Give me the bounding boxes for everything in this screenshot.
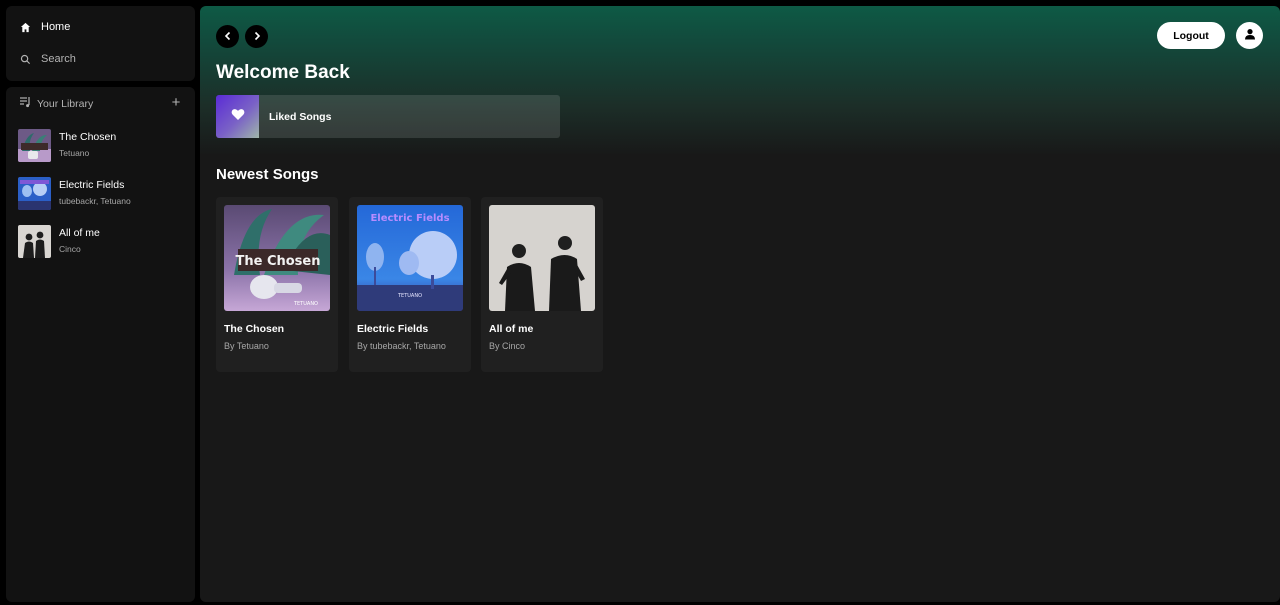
library-title: Your Library (37, 98, 94, 110)
forward-button[interactable] (245, 25, 268, 48)
song-artist: By Cinco (489, 341, 526, 351)
add-playlist-icon[interactable]: + (169, 94, 183, 110)
page-title: Welcome Back (216, 62, 350, 83)
home-icon (19, 21, 31, 33)
song-card[interactable]: Electric Fields TETUANO Electric Fields … (349, 197, 471, 372)
library-item[interactable]: All of me Cinco (18, 224, 188, 258)
user-icon (1244, 27, 1256, 45)
nav-search[interactable]: Search (6, 45, 195, 73)
album-art-caption: TETUANO (293, 301, 318, 307)
song-artist: By tubebackr, Tetuano (357, 341, 446, 351)
nav-search-label: Search (41, 53, 76, 65)
album-art-text: The Chosen (235, 254, 320, 269)
album-art (18, 128, 51, 162)
library-item[interactable]: Electric Fields tubebackr, Tetuano (18, 176, 188, 210)
main-content: Logout Welcome Back Liked Songs Newest S… (200, 6, 1280, 602)
song-title: The Chosen (224, 323, 285, 335)
chevron-left-icon (223, 28, 233, 46)
section-title: Newest Songs (216, 166, 319, 183)
heart-icon (231, 108, 245, 126)
library-panel: Your Library + The Chosen Tetuano Electr… (6, 87, 195, 602)
nav-home[interactable]: Home (6, 13, 195, 41)
album-art: Electric Fields TETUANO (357, 205, 463, 311)
song-title: All of me (489, 323, 534, 335)
song-card[interactable]: All of me By Cinco (481, 197, 603, 372)
liked-songs-tile[interactable]: Liked Songs (216, 95, 560, 138)
logout-button[interactable]: Logout (1157, 22, 1225, 49)
liked-songs-art (216, 95, 259, 138)
song-title: Electric Fields (357, 323, 429, 335)
library-item-subtitle: Tetuano (59, 148, 90, 158)
library-icon (19, 95, 31, 113)
profile-button[interactable] (1236, 22, 1263, 49)
album-art (489, 205, 595, 311)
album-art-text: Electric Fields (370, 213, 449, 224)
library-item[interactable]: The Chosen Tetuano (18, 128, 188, 162)
chevron-right-icon (252, 28, 262, 46)
back-button[interactable] (216, 25, 239, 48)
library-item-subtitle: tubebackr, Tetuano (59, 196, 131, 206)
search-icon (19, 53, 31, 65)
song-card[interactable]: The Chosen TETUANO The Chosen By Tetuano (216, 197, 338, 372)
nav-home-label: Home (41, 21, 71, 33)
sidebar-nav: Home Search (6, 6, 195, 81)
library-item-subtitle: Cinco (59, 244, 81, 254)
liked-songs-label: Liked Songs (269, 110, 332, 123)
album-art: The Chosen TETUANO (224, 205, 330, 311)
album-art (18, 224, 51, 258)
library-header[interactable]: Your Library (6, 94, 195, 114)
library-item-title: Electric Fields (59, 179, 125, 191)
album-art (18, 176, 51, 210)
library-item-title: The Chosen (59, 131, 117, 143)
song-artist: By Tetuano (224, 341, 269, 351)
library-item-title: All of me (59, 227, 100, 239)
album-art-caption: TETUANO (397, 293, 422, 299)
